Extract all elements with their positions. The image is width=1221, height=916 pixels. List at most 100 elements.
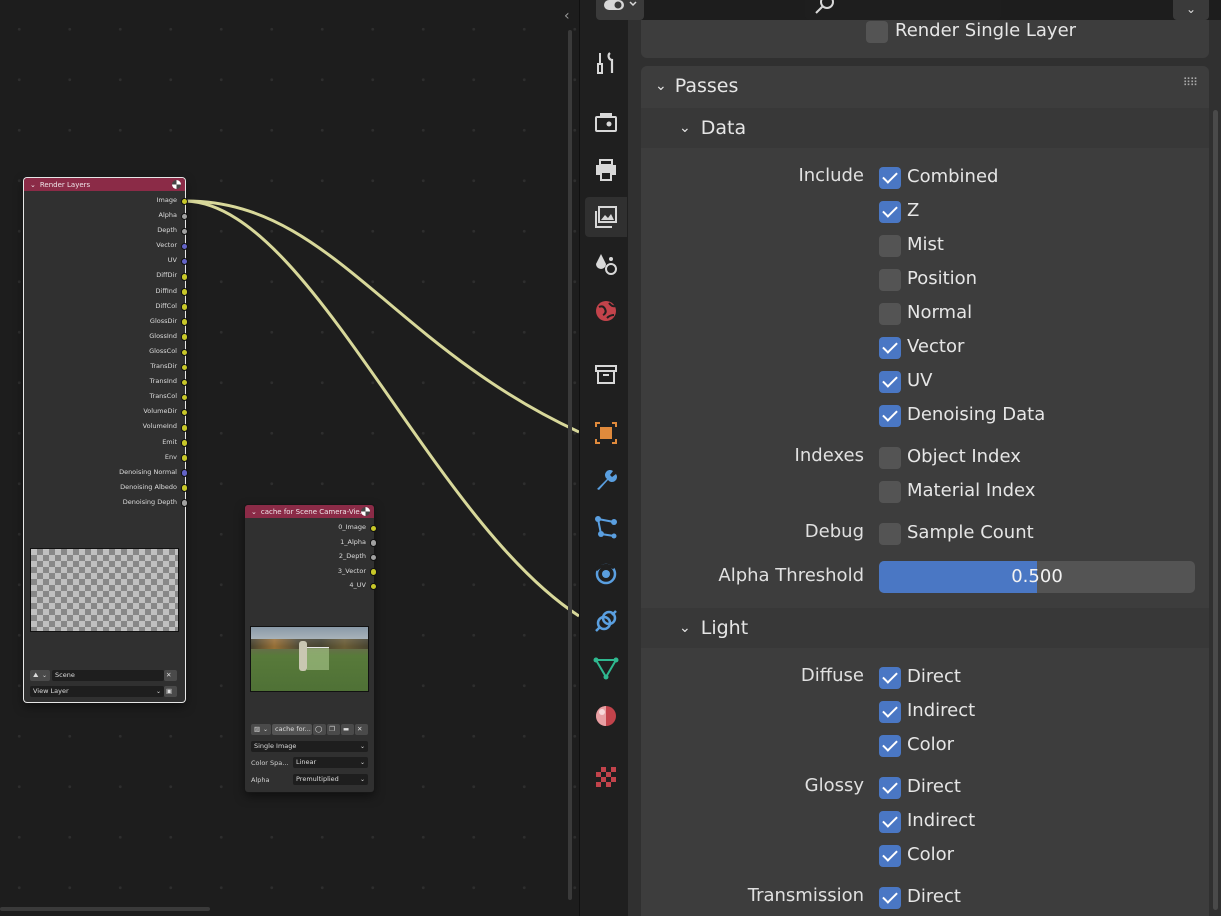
socket-color-icon[interactable] — [180, 318, 188, 326]
socket-color-icon[interactable] — [180, 288, 188, 296]
socket-label: Env — [164, 452, 177, 461]
tab-view-layer[interactable] — [585, 197, 627, 237]
options-dropdown-button[interactable]: ⌄ — [1173, 0, 1209, 20]
socket-color-icon[interactable] — [369, 568, 377, 576]
pass-checkbox[interactable] — [879, 269, 901, 291]
open-folder-icon[interactable]: ▬ — [341, 724, 354, 735]
tab-modifier[interactable] — [585, 460, 627, 500]
tab-texture[interactable] — [585, 757, 627, 797]
pass-checkbox[interactable] — [879, 845, 901, 867]
pass-checkbox[interactable] — [879, 447, 901, 469]
output-socket-row: VolumeInd — [24, 419, 188, 434]
tab-tool[interactable] — [585, 43, 627, 83]
pass-checkbox[interactable] — [879, 201, 901, 223]
source-dropdown[interactable]: Single Image ⌄ — [251, 741, 368, 752]
socket-color-icon[interactable] — [180, 439, 188, 447]
color-space-dropdown[interactable]: Linear ⌄ — [293, 757, 368, 768]
pass-checkbox[interactable] — [879, 523, 901, 545]
scene-field[interactable]: Scene — [52, 670, 164, 681]
socket-color-icon[interactable] — [180, 348, 188, 357]
pass-checkbox[interactable] — [879, 371, 901, 393]
socket-color-icon[interactable] — [369, 524, 377, 533]
image-node-header[interactable]: ⌄ cache for Scene Camera-Vie... — [245, 505, 374, 518]
unlink-icon[interactable]: ✕ — [355, 724, 368, 735]
pass-checkbox[interactable] — [879, 701, 901, 723]
socket-label: VolumeDir — [143, 407, 177, 416]
output-socket-row: 1_Alpha — [245, 535, 377, 550]
socket-color-icon[interactable] — [180, 273, 188, 281]
editor-scrollbar-vertical[interactable] — [568, 30, 572, 900]
tab-constraints[interactable] — [585, 601, 627, 641]
fake-user-icon[interactable]: ◯ — [313, 724, 326, 735]
socket-color-icon[interactable] — [180, 363, 188, 372]
socket-color-icon[interactable] — [180, 197, 188, 206]
properties-search-input[interactable] — [805, 0, 1001, 20]
render-preview — [30, 548, 179, 632]
pass-checkbox[interactable] — [879, 337, 901, 359]
render-layers-node[interactable]: ⌄ Render Layers Image Alpha Depth Vector UV D… — [24, 178, 188, 702]
passes-header[interactable]: ⌄ Passes ⠿⠿ — [641, 66, 1209, 106]
pass-checkbox[interactable] — [879, 167, 901, 189]
socket-float-icon[interactable] — [369, 539, 377, 547]
socket-vector-icon[interactable] — [180, 469, 188, 477]
editor-scrollbar-horizontal[interactable] — [0, 907, 210, 911]
output-socket-row: Env — [24, 450, 188, 465]
modifier-icon — [597, 470, 617, 490]
render-layer-icon[interactable]: ▣ — [164, 686, 177, 697]
render-layers-header[interactable]: ⌄ Render Layers — [24, 178, 185, 191]
tab-world[interactable] — [585, 291, 627, 331]
drag-handle-icon[interactable]: ⠿⠿ — [1183, 76, 1198, 89]
socket-float-icon[interactable] — [180, 499, 188, 507]
pass-checkbox[interactable] — [879, 405, 901, 427]
image-browse-icon[interactable]: ▨ ⌄ — [251, 724, 271, 735]
image-name-field[interactable]: cache for... — [272, 724, 312, 735]
duplicate-icon[interactable]: ❐ — [327, 724, 340, 735]
socket-color-icon[interactable] — [180, 303, 188, 311]
output-socket-row: VolumeDir — [24, 404, 188, 419]
collapse-chevron-icon[interactable]: ⌄ — [30, 181, 36, 189]
pass-checkbox[interactable] — [879, 887, 901, 909]
editor-type-button[interactable] — [596, 0, 644, 20]
tab-collection[interactable] — [585, 354, 627, 394]
socket-color-icon[interactable] — [180, 484, 188, 492]
pass-checkbox[interactable] — [879, 735, 901, 757]
socket-label: 0_Image — [338, 523, 366, 531]
collapse-chevron-icon[interactable]: ⌄ — [251, 508, 257, 516]
socket-color-icon[interactable] — [180, 454, 188, 462]
pass-checkbox[interactable] — [879, 811, 901, 833]
socket-label: 4_UV — [349, 581, 366, 590]
tab-output[interactable] — [585, 150, 627, 190]
pass-checkbox[interactable] — [879, 667, 901, 689]
tab-physics[interactable] — [585, 554, 627, 594]
tab-particles[interactable] — [585, 507, 627, 547]
tab-object-data[interactable] — [585, 648, 627, 688]
tab-render[interactable] — [585, 102, 627, 142]
image-node[interactable]: ⌄ cache for Scene Camera-Vie... 0_Image 1… — [245, 505, 377, 792]
data-subpanel-header[interactable]: ⌄ Data — [641, 108, 1209, 148]
pass-checkbox[interactable] — [879, 777, 901, 799]
pass-checkbox[interactable] — [879, 481, 901, 503]
tab-object[interactable] — [585, 413, 627, 453]
pass-checkbox[interactable] — [879, 235, 901, 257]
light-subpanel-header[interactable]: ⌄ Light — [641, 608, 1209, 648]
scene-selector-icon[interactable]: ⛰ ⌄ — [30, 670, 50, 681]
properties-scrollbar[interactable] — [1213, 110, 1218, 910]
clear-scene-icon[interactable]: ✕ — [164, 670, 177, 681]
material-icon — [596, 706, 616, 726]
pass-checkbox-label: Direct — [907, 886, 961, 907]
socket-color-icon[interactable] — [180, 424, 188, 432]
alpha-threshold-value: 0.500 — [1011, 566, 1063, 587]
render-single-layer-checkbox[interactable] — [866, 21, 888, 43]
view-layer-field[interactable]: View Layer ⌄ — [30, 686, 164, 697]
sidebar-collapse-icon[interactable]: ‹ — [564, 8, 570, 24]
render-icon — [172, 180, 181, 189]
socket-float-icon[interactable] — [180, 212, 188, 221]
node-editor[interactable]: ⌄ Render Layers Image Alpha Depth Vector UV D… — [0, 0, 579, 916]
socket-label: VolumeInd — [142, 422, 177, 431]
tab-material[interactable] — [585, 696, 627, 736]
tab-scene[interactable] — [585, 244, 627, 284]
pass-checkbox[interactable] — [879, 303, 901, 325]
socket-color-icon[interactable] — [180, 333, 188, 341]
alpha-threshold-slider[interactable]: 0.500 — [879, 561, 1195, 593]
alpha-dropdown[interactable]: Premultiplied ⌄ — [293, 774, 368, 785]
